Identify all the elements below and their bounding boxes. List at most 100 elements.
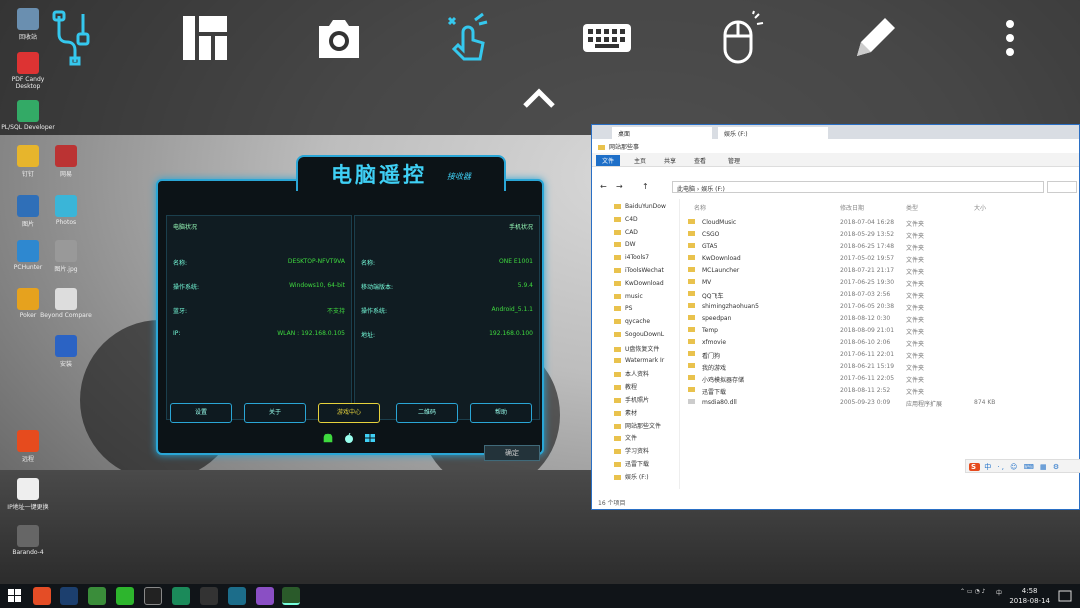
desktop-icon[interactable]: 安装 [38,335,94,368]
file-row[interactable]: msdia80.dll 2005-09-23 0:09 应用程序扩展 874 KB [684,399,1014,411]
desktop-icon[interactable]: 图片.jpg [38,240,94,273]
status-bar-count: 16 个项目 [598,500,626,507]
file-row[interactable]: 看门狗 2017-06-11 22:01 文件夹 [684,351,1014,363]
column-header-type[interactable]: 类型 [906,203,918,212]
ribbon-tab-view[interactable]: 查看 [688,155,712,166]
nav-folder-item[interactable]: 手机照片 [614,395,649,407]
column-header-date[interactable]: 修改日期 [840,203,864,212]
ribbon-tab-file[interactable]: 文件 [596,155,621,166]
desktop-icon[interactable]: PL/SQL Developer [0,100,56,131]
column-header-name[interactable]: 名称 [694,203,706,212]
nav-folder-item[interactable]: CAD [614,229,638,241]
app-taskbar-icon[interactable] [172,587,190,605]
nav-folder-item[interactable]: KwDownload [614,280,664,292]
nav-folder-item[interactable]: music [614,293,643,305]
desktop-icon[interactable]: Beyond Compare [38,288,94,319]
nav-folder-item[interactable]: SogouDownL [614,331,664,343]
app-taskbar-icon[interactable] [88,587,106,605]
nav-folder-item[interactable]: 文件 [614,433,637,445]
keyboard-icon[interactable] [572,8,642,68]
desktop-icon[interactable]: 远程 [0,430,56,463]
column-header-size[interactable]: 大小 [974,203,986,212]
tab-desktop[interactable]: 桌面 [612,127,712,139]
ribbon-tab-home[interactable]: 主页 [628,155,652,166]
input-method-bar[interactable]: S 中 ·, ☺ ⌨ ▦ ⚙ [965,459,1080,473]
desktop-icon[interactable]: 网易 [38,145,94,178]
desktop-icon[interactable]: IP地址一键更换 [0,478,56,511]
file-row[interactable]: MCLauncher 2018-07-21 21:17 文件夹 [684,267,1014,279]
app-taskbar-icon[interactable] [200,587,218,605]
app-taskbar-icon[interactable] [144,587,162,605]
nav-folder-item[interactable]: 本人资料 [614,369,649,381]
nav-folder-item[interactable]: 素材 [614,408,637,420]
file-row[interactable]: 迅雷下载 2018-08-11 2:52 文件夹 [684,387,1014,399]
nav-folder-item[interactable]: i4Tools7 [614,254,649,266]
desktop-icon[interactable]: Barando-4 [0,525,56,556]
android-icon [323,433,333,443]
nav-folder-item[interactable]: 娱乐 (F:) [614,472,649,484]
nav-folder-item[interactable]: DW [614,241,636,253]
ime-indicator[interactable]: 中 [996,588,1002,597]
file-explorer-window: 桌面 娱乐 (F:) 网站那些事 文件 主页 共享 查看 管理 ← → ↑ 此电… [591,124,1080,510]
app-taskbar-icon[interactable] [228,587,246,605]
nav-folder-item[interactable]: 迅雷下载 [614,459,649,471]
file-row[interactable]: CloudMusic 2018-07-04 16:28 文件夹 [684,219,1014,231]
ribbon-tab-manage[interactable]: 管理 [722,155,746,166]
nav-folder-item[interactable]: PS [614,305,632,317]
desktop-icon[interactable]: Photos [38,195,94,226]
ok-button[interactable]: 确定 [484,445,540,461]
pc-status-panel: 电脑状况 名称: DESKTOP-NFVT9VA 操作系统: Windows10, … [166,215,352,420]
windows-start-icon[interactable] [8,589,22,603]
file-row[interactable]: Temp 2018-08-09 21:01 文件夹 [684,327,1014,339]
chrome-taskbar-icon[interactable] [33,587,51,605]
up-arrow-icon[interactable]: ↑ [642,182,649,191]
nav-folder-item[interactable]: 学习资料 [614,446,649,458]
about-button[interactable]: 关于 [244,403,306,423]
file-row[interactable]: shimingzhaohuan5 2017-06-05 20:38 文件夹 [684,303,1014,315]
nav-folder-item[interactable]: iToolsWechat [614,267,664,279]
tray-icons[interactable]: ⌃ ▭ ◔ ♪ [960,588,985,595]
tab-drive-f[interactable]: 娱乐 (F:) [718,127,828,139]
more-vertical-icon[interactable] [975,8,1045,68]
settings-button[interactable]: 设置 [170,403,232,423]
file-row[interactable]: KwDownload 2017-05-02 19:57 文件夹 [684,255,1014,267]
camera-icon[interactable] [304,8,374,68]
file-row[interactable]: CSGO 2018-05-29 13:52 文件夹 [684,231,1014,243]
game-center-button[interactable]: 游戏中心 [318,403,380,423]
remote-app-taskbar-icon[interactable] [282,587,300,605]
wechat-taskbar-icon[interactable] [116,587,134,605]
layout-grid-icon[interactable] [170,8,240,68]
file-row[interactable]: GTA5 2018-06-25 17:48 文件夹 [684,243,1014,255]
photoshop-taskbar-icon[interactable] [60,587,78,605]
nav-folder-item[interactable]: BaiduYunDow [614,203,666,215]
pencil-icon[interactable] [840,8,910,68]
app-taskbar-icon[interactable] [256,587,274,605]
file-row[interactable]: MV 2017-06-25 19:30 文件夹 [684,279,1014,291]
file-row[interactable]: 小鸡模拟器存储 2017-06-11 22:05 文件夹 [684,375,1014,387]
ribbon-tab-share[interactable]: 共享 [658,155,682,166]
forward-arrow-icon[interactable]: → [616,182,623,191]
file-row[interactable]: xfmovie 2018-06-10 2:06 文件夹 [684,339,1014,351]
path-input[interactable]: 此电脑 › 娱乐 (F:) [672,181,1044,193]
search-input[interactable] [1047,181,1077,193]
nav-folder-item[interactable]: C4D [614,216,638,228]
notification-icon[interactable] [1058,589,1072,603]
back-arrow-icon[interactable]: ← [600,182,607,191]
status-row: 名称: ONE E1001 [361,258,533,267]
nav-folder-item[interactable]: qycache [614,318,650,330]
usb-cable-icon[interactable] [36,8,106,68]
touch-gesture-icon[interactable] [432,8,502,68]
nav-folder-item[interactable]: U盘恢复文件 [614,344,659,356]
nav-folder-item[interactable]: Watermark Ir [614,357,664,369]
system-clock[interactable]: 4:58 2018-08-14 [1009,586,1050,606]
nav-folder-item[interactable]: 网站那些文件 [614,421,661,433]
file-row[interactable]: QQ飞车 2018-07-03 2:56 文件夹 [684,291,1014,303]
nav-folder-item[interactable]: 教程 [614,382,637,394]
file-row[interactable]: 我的游戏 2018-06-21 15:19 文件夹 [684,363,1014,375]
mouse-icon[interactable] [706,8,776,68]
collapse-chevron-up-icon[interactable] [504,78,574,118]
help-button[interactable]: 帮助 [470,403,532,423]
qr-code-button[interactable]: 二维码 [396,403,458,423]
explorer-tab-bar: 桌面 娱乐 (F:) [592,125,1079,139]
file-row[interactable]: speedpan 2018-08-12 0:30 文件夹 [684,315,1014,327]
